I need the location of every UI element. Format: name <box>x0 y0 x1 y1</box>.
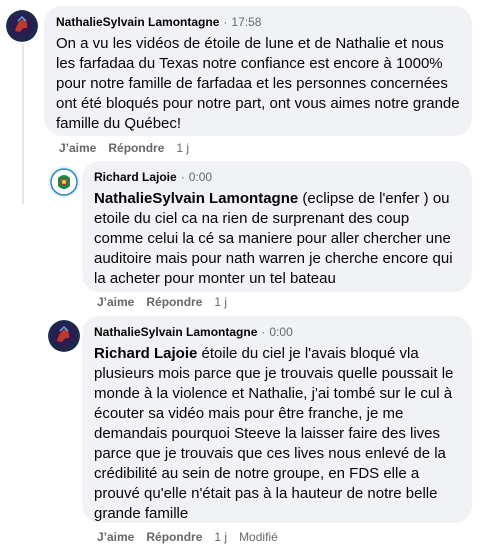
like-button[interactable]: J’aime <box>97 530 134 544</box>
comment-time[interactable]: 0:00 <box>269 325 292 339</box>
comment-header: NathalieSylvain Lamontagne · 17:58 <box>56 14 460 30</box>
avatar-image <box>48 166 80 198</box>
thread-connector <box>22 44 24 204</box>
comment-age[interactable]: 1 j <box>214 530 227 544</box>
comment-age[interactable]: 1 j <box>176 141 189 155</box>
like-button[interactable]: J’aime <box>97 295 134 309</box>
comment-time[interactable]: 0:00 <box>189 170 212 184</box>
avatar-richard[interactable] <box>48 166 80 198</box>
comment-header: Richard Lajoie · 0:00 <box>94 169 460 185</box>
mention-link[interactable]: Richard Lajoie <box>94 345 197 362</box>
comment-actions: J’aime Répondre 1 j Modifié <box>97 529 290 545</box>
comment-actions: J’aime Répondre 1 j <box>59 140 201 156</box>
avatar-nathalie[interactable] <box>6 10 38 42</box>
comment-text: On a vu les vidéos de étoile de lune et … <box>56 34 460 134</box>
reply-button[interactable]: Répondre <box>146 530 202 544</box>
comment-bubble: Richard Lajoie · 0:00 NathalieSylvain Lamo… <box>82 161 472 292</box>
avatar-nathalie[interactable] <box>48 320 80 352</box>
comment-text: NathalieSylvain Lamontagne (eclipse de l… <box>94 189 460 289</box>
comment-author[interactable]: Richard Lajoie <box>94 170 177 184</box>
comment-bubble: NathalieSylvain Lamontagne · 17:58 On a vu… <box>44 6 472 136</box>
comment-bubble: NathalieSylvain Lamontagne · 0:00 Richard … <box>82 316 472 523</box>
avatar-image <box>48 320 80 352</box>
comment-age[interactable]: 1 j <box>214 295 227 309</box>
meta-separator: · <box>180 170 185 184</box>
reply-button[interactable]: Répondre <box>146 295 202 309</box>
comment-body: On a vu les vidéos de étoile de lune et … <box>56 35 460 132</box>
comment-author[interactable]: NathalieSylvain Lamontagne <box>56 15 219 29</box>
reply-button[interactable]: Répondre <box>108 141 164 155</box>
comment-actions: J’aime Répondre 1 j <box>97 294 239 310</box>
like-button[interactable]: J’aime <box>59 141 96 155</box>
avatar-image <box>6 10 38 42</box>
edited-label[interactable]: Modifié <box>239 530 278 544</box>
meta-separator: · <box>261 325 266 339</box>
comment-text: Richard Lajoie étoile du ciel je l'avais… <box>94 344 460 524</box>
comment-header: NathalieSylvain Lamontagne · 0:00 <box>94 324 460 340</box>
meta-separator: · <box>223 15 228 29</box>
comment-author[interactable]: NathalieSylvain Lamontagne <box>94 325 257 339</box>
mention-link[interactable]: NathalieSylvain Lamontagne <box>94 190 298 207</box>
comment-body: étoile du ciel je l'avais bloqué vla plu… <box>94 345 454 522</box>
comment-time[interactable]: 17:58 <box>231 15 261 29</box>
